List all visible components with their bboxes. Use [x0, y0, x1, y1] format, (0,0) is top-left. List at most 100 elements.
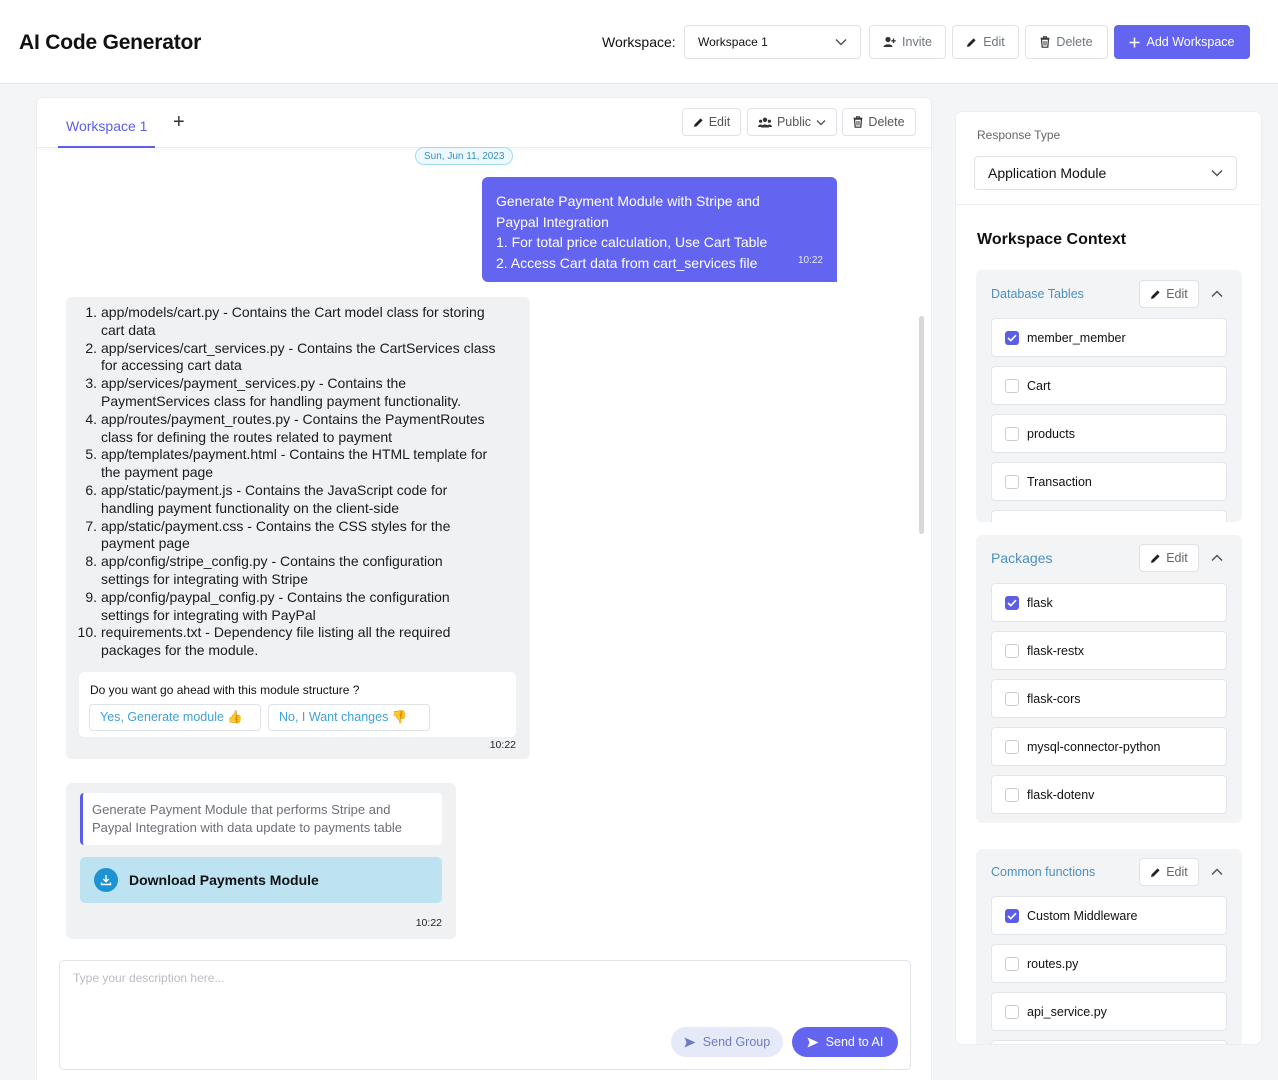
checkbox-item[interactable]: mysql-connector-python	[991, 727, 1227, 766]
ai-message: 1. app/models/cart.py - Contains the Cart…	[66, 297, 530, 759]
checkbox-item[interactable]: api_service.py	[991, 992, 1227, 1031]
list-item: 2. app/services/cart_services.py - Contai…	[81, 340, 521, 376]
list-item: 8. app/config/stripe_config.py - Contains…	[81, 553, 521, 589]
pencil-icon	[1150, 553, 1161, 564]
invite-label: Invite	[902, 35, 932, 49]
divider	[956, 204, 1261, 205]
database-tables-edit-button[interactable]: Edit	[1139, 280, 1199, 308]
response-type-label: Response Type	[977, 128, 1061, 142]
module-description: Generate Payment Module that performs St…	[80, 793, 442, 845]
send-to-ai-button[interactable]: Send to AI	[792, 1027, 898, 1057]
chevron-up-icon[interactable]	[1211, 868, 1223, 876]
checkbox-item[interactable]: Transaction	[991, 462, 1227, 501]
delete-workspace-button[interactable]: Delete	[1025, 25, 1108, 59]
checkbox-label: products	[1027, 426, 1075, 441]
checkbox-label: routes.py	[1027, 956, 1079, 971]
edit-workspace-button[interactable]: Edit	[952, 25, 1019, 59]
context-sidebar: Response Type Application Module Workspa…	[956, 112, 1261, 1044]
checkbox-item[interactable]	[991, 1040, 1227, 1044]
list-item: 6. app/static/payment.js - Contains the J…	[81, 482, 521, 518]
database-tables-title: Database Tables	[991, 287, 1084, 301]
invite-button[interactable]: Invite	[869, 25, 946, 59]
edit-label: Edit	[983, 35, 1005, 49]
user-message-line: Generate Payment Module with Stripe and	[496, 193, 760, 209]
list-item-number: 6.	[85, 481, 97, 498]
checkbox[interactable]	[1005, 330, 1019, 345]
trash-icon	[853, 116, 863, 128]
top-header: AI Code Generator Workspace: Workspace 1…	[0, 0, 1278, 84]
list-item: 10. requirements.txt - Dependency file li…	[78, 624, 521, 660]
chevron-up-icon[interactable]	[1211, 290, 1223, 298]
send-to-ai-label: Send to AI	[825, 1035, 884, 1049]
checkbox-item[interactable]: flask	[991, 583, 1227, 622]
chat-panel: Workspace 1 + Edit Public Delete Sun, Ju…	[37, 98, 931, 1080]
visibility-dropdown[interactable]: Public	[747, 108, 837, 136]
checkbox[interactable]	[1005, 691, 1019, 706]
checkbox[interactable]	[1005, 956, 1019, 971]
checkbox-item[interactable]: Custom Middleware	[991, 896, 1227, 935]
chevron-down-icon	[835, 38, 847, 46]
tab-workspace-1[interactable]: Workspace 1	[58, 106, 156, 148]
checkbox[interactable]	[1005, 643, 1019, 658]
packages-section: Packages Edit flask flask-restx flask-cors my…	[976, 535, 1242, 823]
checkbox-item[interactable]: routes.py	[991, 944, 1227, 983]
list-item: 3. app/services/payment_services.py - Con…	[81, 375, 521, 411]
checkbox-item[interactable]: products	[991, 414, 1227, 453]
list-item-text: payment page	[101, 535, 190, 552]
workspace-select[interactable]: Workspace 1	[684, 25, 861, 59]
workspace-select-value: Workspace 1	[698, 35, 768, 49]
common-functions-title: Common functions	[991, 865, 1096, 879]
checkbox-item[interactable]: flask-cors	[991, 679, 1227, 718]
checkbox[interactable]	[1005, 1004, 1019, 1019]
date-separator: Sun, Jun 11, 2023	[415, 147, 514, 165]
no-changes-button[interactable]: No, I Want changes 👎	[268, 704, 430, 731]
checkbox[interactable]	[1005, 739, 1019, 754]
chat-scrollbar[interactable]	[919, 316, 924, 534]
tab-edit-label: Edit	[708, 115, 731, 129]
tab-delete-label: Delete	[868, 115, 905, 129]
add-tab-button[interactable]: +	[173, 111, 185, 133]
checkbox[interactable]	[1005, 595, 1019, 610]
list-item: 9. app/config/paypal_config.py - Contains…	[81, 589, 521, 625]
module-structure-list: 1. app/models/cart.py - Contains the Cart…	[78, 304, 521, 660]
chevron-up-icon[interactable]	[1211, 554, 1223, 562]
user-message: Generate Payment Module with Stripe and …	[482, 177, 837, 282]
list-item-text: app/templates/payment.html - Contains th…	[101, 446, 488, 463]
tab-delete-button[interactable]: Delete	[842, 108, 916, 136]
list-item-text: PaymentServices class for handling payme…	[101, 392, 462, 409]
message-composer: Send Group Send to AI	[59, 960, 911, 1070]
yes-generate-button[interactable]: Yes, Generate module 👍	[89, 704, 261, 731]
common-functions-section: Common functions Edit Custom Middleware rou…	[976, 849, 1242, 1044]
list-item-text: settings for integrating with PayPal	[101, 606, 316, 623]
tab-edit-button[interactable]: Edit	[682, 108, 741, 136]
description-input[interactable]	[73, 971, 893, 1021]
checkbox-item[interactable]: member_member	[991, 318, 1227, 357]
checkbox[interactable]	[1005, 378, 1019, 393]
list-item-number: 3.	[85, 375, 97, 392]
checkbox[interactable]	[1005, 474, 1019, 489]
packages-edit-button[interactable]: Edit	[1139, 544, 1199, 572]
checkbox[interactable]	[1005, 908, 1019, 923]
tab-bar: Workspace 1 + Edit Public Delete	[37, 98, 931, 148]
add-workspace-button[interactable]: Add Workspace	[1114, 25, 1250, 59]
checkbox-item[interactable]: flask-dotenv	[991, 775, 1227, 814]
pencil-icon	[1150, 289, 1161, 300]
checkbox-item[interactable]: Cart	[991, 366, 1227, 405]
checkbox-check-icon	[1007, 599, 1017, 607]
download-module-button[interactable]: Download Payments Module	[80, 857, 442, 903]
list-item-text: app/models/cart.py - Contains the Cart m…	[101, 304, 485, 320]
common-functions-edit-button[interactable]: Edit	[1139, 858, 1199, 886]
list-item-text: app/static/payment.css - Contains the CS…	[101, 517, 451, 534]
checkbox-item[interactable]	[991, 510, 1227, 522]
pencil-icon	[1150, 867, 1161, 878]
checkbox-label: Cart	[1027, 378, 1051, 393]
send-icon	[684, 1037, 696, 1048]
send-group-button[interactable]: Send Group	[671, 1027, 783, 1057]
chevron-down-icon	[1211, 169, 1223, 177]
pencil-icon	[693, 117, 704, 128]
checkbox-item[interactable]: flask-restx	[991, 631, 1227, 670]
list-item-number: 2.	[85, 339, 97, 356]
response-type-select[interactable]: Application Module	[974, 156, 1237, 190]
checkbox[interactable]	[1005, 426, 1019, 441]
checkbox[interactable]	[1005, 787, 1019, 802]
